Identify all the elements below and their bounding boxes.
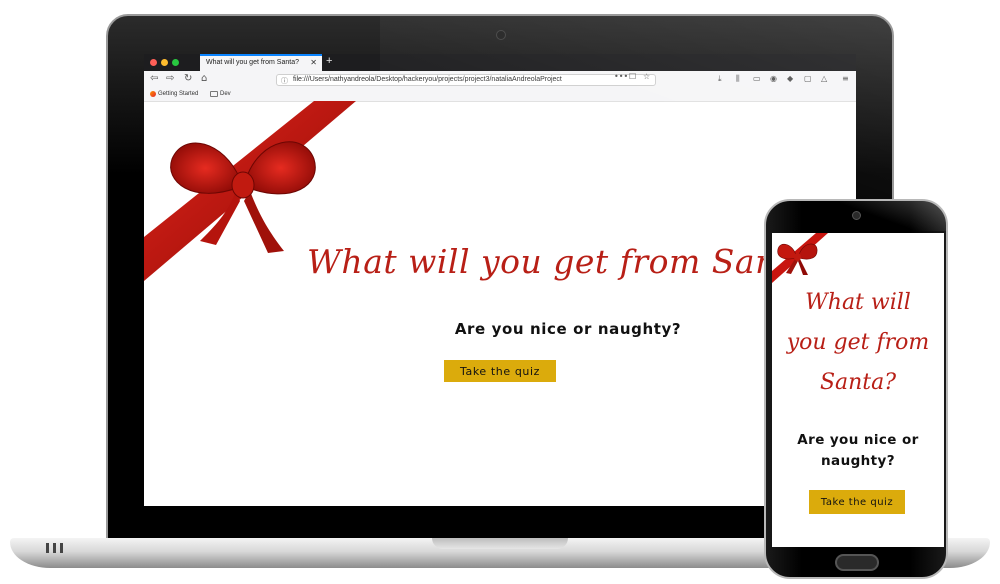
info-icon[interactable]: ⓘ (281, 76, 288, 85)
page-title: What will you get from Santa? (307, 242, 829, 281)
extension-icon[interactable]: ◆ (787, 74, 793, 83)
laptop-notch (432, 538, 568, 549)
subtitle-line: Are you nice or (797, 432, 919, 448)
take-quiz-button[interactable]: Take the quiz (444, 360, 556, 382)
laptop-screen: What will you get from Santa? ✕ + ⇦ ⇨ ↻ … (144, 54, 856, 506)
bookmark-dev[interactable]: Dev (210, 91, 231, 97)
firefox-icon (150, 91, 156, 97)
mobile-page-title: What will you get from Santa? (772, 283, 944, 403)
extension-icon[interactable]: △ (821, 74, 827, 83)
library-icon[interactable]: ⫼ (736, 74, 740, 84)
reload-icon[interactable]: ↻ (184, 73, 192, 84)
phone-camera (852, 211, 861, 220)
back-arrow-icon[interactable]: ⇦ (150, 73, 158, 84)
ribbon-bow-decoration (772, 233, 828, 283)
mobile-take-quiz-button[interactable]: Take the quiz (809, 490, 905, 514)
page-subtitle: Are you nice or naughty? (454, 320, 682, 338)
laptop-camera (496, 30, 506, 40)
title-line: Santa? (819, 370, 897, 395)
new-tab-button[interactable]: + (326, 55, 332, 67)
download-icon[interactable]: ⤓ (718, 74, 722, 84)
browser-nav-bar: ⇦ ⇨ ↻ ⌂ ⓘ file:///Users/nathyandreola/De… (144, 71, 856, 90)
url-text: file:///Users/nathyandreola/Desktop/hack… (293, 76, 562, 83)
browser-tab[interactable]: What will you get from Santa? ✕ (200, 54, 322, 71)
close-window-dot[interactable] (150, 59, 157, 66)
pocket-icon[interactable]: ☐ (629, 72, 636, 81)
forward-arrow-icon[interactable]: ⇨ (166, 73, 174, 84)
title-line: you get from (786, 330, 930, 355)
bookmark-getting-started[interactable]: Getting Started (150, 91, 198, 97)
bookmark-label: Getting Started (158, 91, 199, 97)
maximize-window-dot[interactable] (172, 59, 179, 66)
bookmark-star-icon[interactable]: ☆ (643, 72, 650, 81)
subtitle-line: naughty? (821, 453, 895, 469)
bookmark-label: Dev (220, 91, 231, 97)
title-line: What will (805, 290, 911, 315)
tab-title: What will you get from Santa? (206, 59, 299, 66)
page-actions-icon[interactable]: ••• (614, 72, 628, 81)
mobile-page-subtitle: Are you nice or naughty? (772, 430, 944, 472)
sidebar-icon[interactable]: ▭ (753, 74, 761, 83)
folder-icon (210, 91, 218, 97)
home-icon[interactable]: ⌂ (201, 73, 207, 84)
minimize-window-dot[interactable] (161, 59, 168, 66)
extension-icon[interactable]: ▢ (804, 74, 812, 83)
menu-icon[interactable]: ≡ (842, 74, 849, 83)
url-bar[interactable]: ⓘ file:///Users/nathyandreola/Desktop/ha… (276, 74, 656, 86)
extension-icon[interactable]: ◉ (770, 74, 777, 83)
tab-close-icon[interactable]: ✕ (310, 58, 317, 67)
phone-home-button[interactable] (835, 554, 879, 571)
browser-tab-bar: What will you get from Santa? ✕ + (144, 54, 856, 71)
phone-screen: What will you get from Santa? Are you ni… (772, 233, 944, 547)
laptop-vents (46, 543, 68, 553)
